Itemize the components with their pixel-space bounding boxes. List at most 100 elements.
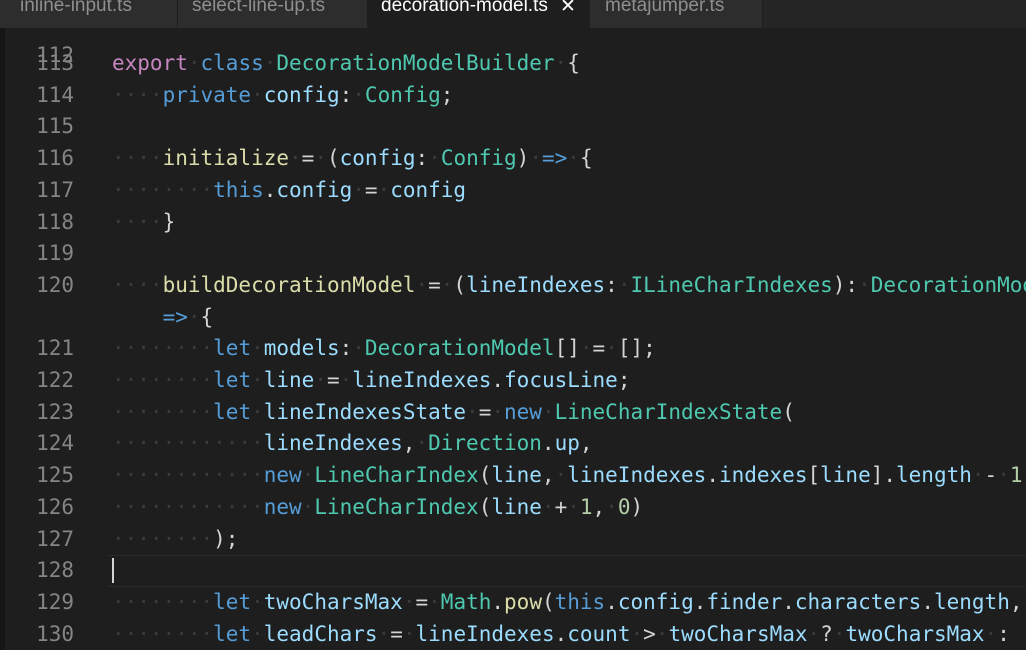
whitespace-marker: · <box>402 621 416 646</box>
whitespace-marker: ········ <box>112 589 214 614</box>
code-line[interactable]: 113 export·class·DecorationModelBuilder·{ <box>0 48 1026 80</box>
code-token: line <box>820 463 871 488</box>
code-token: [ <box>807 463 821 488</box>
code-token: { <box>579 146 593 171</box>
code-token: ) <box>630 494 644 519</box>
code-token: let <box>213 621 252 646</box>
tab-inline-input[interactable]: inline-input.ts <box>0 0 178 28</box>
code-line[interactable]: 118 ····} <box>0 207 1026 239</box>
code-line[interactable]: 114 ····private·config:·Config; <box>0 80 1026 112</box>
code-text: ········); <box>112 524 238 556</box>
code-line[interactable]: 124 ············lineIndexes,·Direction.up… <box>0 428 1026 460</box>
code-token: pow <box>504 589 542 614</box>
code-token: = <box>364 177 378 202</box>
code-token: Config <box>440 146 517 171</box>
code-line[interactable]: 128 <box>0 555 1026 587</box>
whitespace-marker: · <box>440 272 454 297</box>
code-token: : <box>339 336 353 361</box>
code-token: { <box>200 304 214 329</box>
code-line[interactable]: =>·{ <box>0 302 1026 334</box>
code-token: ( <box>782 399 795 424</box>
code-text: export·class·DecorationModelBuilder·{ <box>112 48 580 80</box>
whitespace-marker: · <box>251 336 264 361</box>
code-token: ? <box>820 621 833 646</box>
code-line[interactable]: 125 ············new·LineCharIndex(line,·l… <box>0 460 1026 492</box>
code-line[interactable]: 123 ········let·lineIndexesState·=·new·Li… <box>0 397 1026 429</box>
whitespace-marker: · <box>314 146 327 171</box>
whitespace-marker: · <box>352 82 365 107</box>
code-text: ····} <box>112 207 175 239</box>
code-token: class <box>200 51 264 75</box>
code-line[interactable]: 120 ····buildDecorationModel·=·(lineIndex… <box>0 270 1026 302</box>
code-token: lineIndexesState <box>263 399 467 424</box>
tab-metajumper[interactable]: metajumper.ts <box>590 0 763 28</box>
code-line[interactable]: 129 ········let·twoCharsMax·=·Math.pow(th… <box>0 587 1026 619</box>
code-token: line <box>491 463 542 488</box>
whitespace-marker: · <box>415 272 429 297</box>
code-token: = <box>415 589 429 614</box>
code-line[interactable]: 122 ········let·line·=·lineIndexes.focusL… <box>0 365 1026 397</box>
code-line[interactable]: 115 <box>0 111 1026 143</box>
code-line[interactable]: 126 ············new·LineCharIndex(line·+·… <box>0 492 1026 524</box>
whitespace-marker: · <box>428 146 441 171</box>
code-token: new <box>504 399 542 424</box>
code-token: [] <box>554 336 580 361</box>
close-icon[interactable]: ✕ <box>560 0 576 16</box>
line-number: 115 <box>36 114 74 139</box>
code-token: export <box>112 51 188 75</box>
whitespace-marker: · <box>251 368 264 392</box>
whitespace-marker: · <box>187 51 201 75</box>
whitespace-marker: · <box>554 51 568 75</box>
code-token: let <box>213 589 252 614</box>
code-line[interactable]: 127 ········); <box>0 524 1026 556</box>
whitespace-marker: · <box>832 621 846 646</box>
code-token: : <box>339 82 353 107</box>
code-token: : <box>415 146 429 171</box>
code-editor[interactable]: 112 113 export·class·DecorationModelBuild… <box>0 28 1026 650</box>
whitespace-marker: · <box>352 177 365 202</box>
line-number: 121 <box>36 336 74 361</box>
code-text: ············new·LineCharIndex(line·+·1,·… <box>112 492 643 524</box>
tab-label: decoration-model.ts <box>381 0 548 16</box>
code-line[interactable]: 116 ····initialize·=·(config:·Config)·=>·… <box>0 143 1026 175</box>
whitespace-marker: · <box>567 494 580 519</box>
code-token: let <box>213 399 252 424</box>
whitespace-marker: · <box>529 146 542 171</box>
code-token: ; <box>617 368 631 392</box>
whitespace-marker: · <box>466 399 479 424</box>
code-token: []; <box>617 336 656 361</box>
code-line[interactable]: 119 <box>0 238 1026 270</box>
code-token: line <box>263 368 315 392</box>
code-token: new <box>263 494 302 519</box>
whitespace-marker: ········ <box>112 526 214 551</box>
code-text: ········let·line·=·lineIndexes.focusLine… <box>112 365 630 397</box>
code-line[interactable]: 121 ········let·models:·DecorationModel[]… <box>0 333 1026 365</box>
code-token: count <box>567 621 631 646</box>
whitespace-marker: · <box>187 304 201 329</box>
code-token: twoCharsMax <box>263 589 403 614</box>
code-token: ILineCharIndexes <box>630 272 833 297</box>
code-line[interactable]: 117 ········this.config·=·config <box>0 175 1026 207</box>
tab-decoration-model[interactable]: decoration-model.ts ✕ <box>368 0 590 28</box>
code-token: lineIndexes <box>263 431 403 456</box>
tab-select-line-up[interactable]: select-line-up.ts <box>178 0 368 28</box>
code-token: Config <box>364 82 441 107</box>
whitespace-marker: ············ <box>112 463 264 488</box>
code-token: LineCharIndex <box>314 494 479 519</box>
tab-label: select-line-up.ts <box>192 0 326 16</box>
code-token: twoCharsMax <box>668 621 808 646</box>
code-token: DecorationModel <box>364 336 555 361</box>
code-line[interactable]: 130 ········let·leadChars·=·lineIndexes.c… <box>0 619 1026 650</box>
whitespace-marker: ···· <box>112 82 163 107</box>
code-token: LineCharIndexState <box>554 399 783 424</box>
whitespace-marker <box>112 305 163 329</box>
whitespace-marker: · <box>289 146 302 171</box>
code-token: this <box>554 589 606 614</box>
whitespace-marker: · <box>605 494 618 519</box>
whitespace-marker: · <box>301 463 315 488</box>
code-text: ············lineIndexes,·Direction.up, <box>112 428 593 460</box>
code-token: , <box>1009 589 1023 614</box>
code-token: let <box>213 336 252 361</box>
line-number: 118 <box>36 209 74 234</box>
code-text: =>·{ <box>112 302 214 334</box>
